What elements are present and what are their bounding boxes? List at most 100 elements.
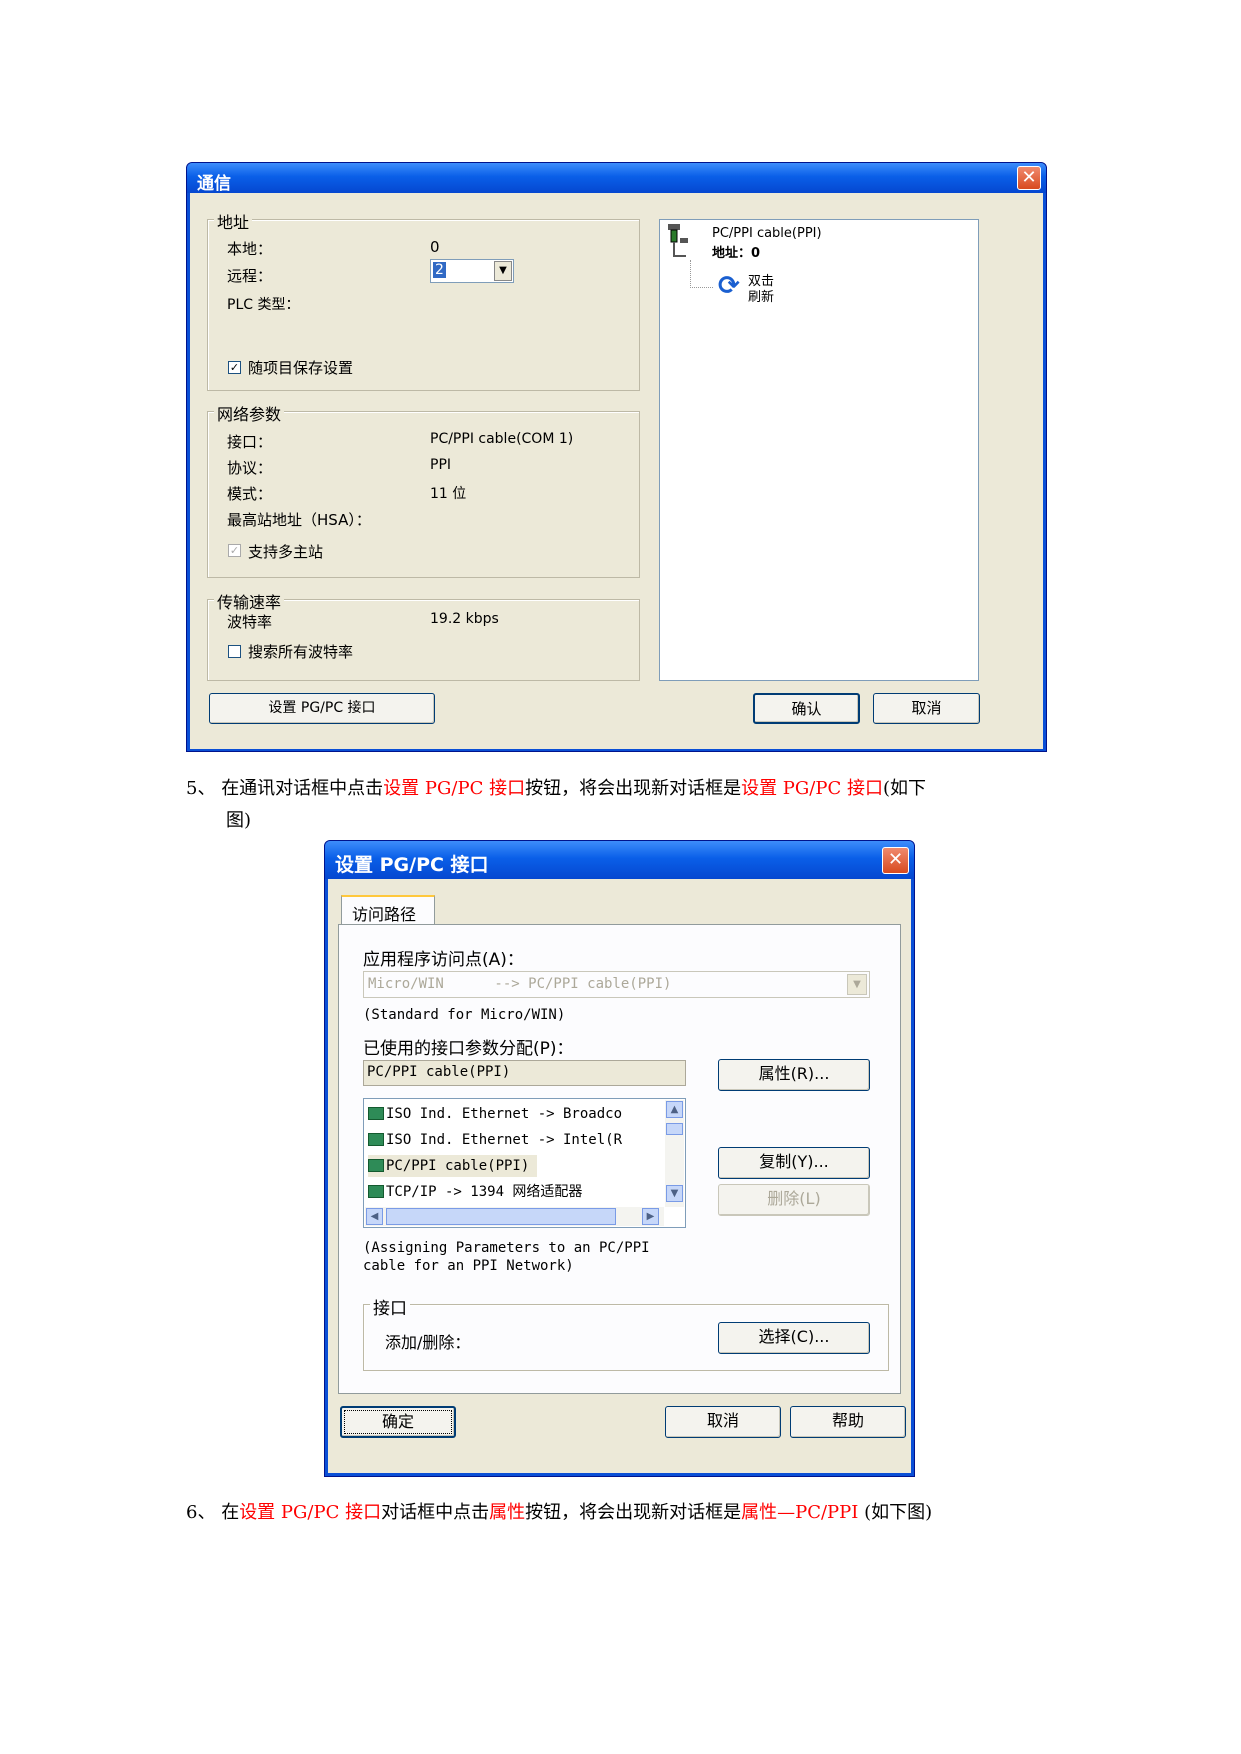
protocol-value: PPI <box>430 457 452 473</box>
tree-cable-label: PC/PPI cable(PPI) <box>712 226 822 241</box>
tree-connector <box>690 260 713 288</box>
pgpc-help-button[interactable]: 帮助 <box>790 1406 906 1438</box>
network-card-icon <box>368 1107 384 1120</box>
delete-button[interactable]: 删除(L) <box>718 1184 870 1216</box>
multimaster-label: 支持多主站 <box>248 543 324 561</box>
list-item-label: ISO Ind. Ethernet -> Intel(R <box>386 1132 623 1148</box>
save-settings-label: 随项目保存设置 <box>248 359 354 377</box>
tab-access-path-label: 访问路径 <box>352 905 417 924</box>
set-pgpc-dialog: 设置 PG/PC 接口 ✕ 访问路径 应用程序访问点(A)： Micro/WIN… <box>324 840 915 1477</box>
network-params-title: 网络参数 <box>214 401 285 425</box>
title-bar[interactable]: 通信 ✕ <box>187 163 1046 194</box>
pgpc-ok-button[interactable]: 确定 <box>340 1406 456 1438</box>
network-tree-panel[interactable]: PC/PPI cable(PPI) 地址：0 ⟳ 双击 刷新 <box>659 219 979 681</box>
pgpc-dialog-title: 设置 PG/PC 接口 <box>335 854 489 876</box>
list-item-label: ISO Ind. Ethernet -> Broadco <box>386 1106 623 1122</box>
properties-button[interactable]: 属性(R)... <box>718 1059 870 1091</box>
tab-access-path[interactable]: 访问路径 <box>341 895 435 925</box>
step6-text-3: 对话框中点击 <box>381 1502 490 1523</box>
step5-text-3: 按钮，将会出现新对话框是 <box>525 778 742 799</box>
pgpc-cancel-button[interactable]: 取消 <box>665 1406 781 1438</box>
dialog-client: 地址 本地： 0 远程： 2 ▼ PLC 类型： ✓ 随项目保存设置 网络参数 … <box>190 193 1043 749</box>
set-pgpc-interface-button[interactable]: 设置 PG/PC 接口 <box>209 693 435 724</box>
step6-paragraph: 6、 在设置 PG/PC 接口对话框中点击属性按钮，将会出现新对话框是属性—PC… <box>186 1498 932 1524</box>
address-group-title: 地址 <box>214 209 253 233</box>
step5-paragraph-line2: 图) <box>226 810 252 831</box>
scroll-left-icon[interactable]: ◀ <box>366 1208 383 1225</box>
scroll-up-icon[interactable]: ▲ <box>666 1101 683 1118</box>
baud-label: 波特率 <box>227 613 273 631</box>
copy-button[interactable]: 复制(Y)... <box>718 1147 870 1179</box>
save-settings-checkbox[interactable]: ✓ <box>228 361 241 374</box>
interface-params-list[interactable]: ISO Ind. Ethernet -> Broadco ISO Ind. Et… <box>363 1098 686 1228</box>
interface-label: 接口： <box>227 433 273 451</box>
hsa-label: 最高站地址（HSA）： <box>227 511 371 529</box>
hscroll-thumb[interactable] <box>386 1208 616 1225</box>
scroll-down-icon[interactable]: ▼ <box>666 1185 683 1202</box>
remote-address-select[interactable]: 2 ▼ <box>430 259 514 283</box>
step6-highlight-1: 设置 PG/PC 接口 <box>239 1502 382 1523</box>
mode-value: 11 位 <box>430 486 467 502</box>
multimaster-checkbox[interactable]: ✓ <box>228 544 241 557</box>
pgpc-dialog-client: 访问路径 应用程序访问点(A)： Micro/WIN --> PC/PPI ca… <box>328 879 911 1473</box>
cable-icon <box>666 224 688 257</box>
step5-text-5: (如下 <box>882 778 926 799</box>
access-point-value: Micro/WIN --> PC/PPI cable(PPI) <box>368 976 672 992</box>
local-value: 0 <box>430 238 440 256</box>
step6-text-7: (如下图) <box>864 1502 933 1523</box>
pgpc-close-icon[interactable]: ✕ <box>882 847 909 874</box>
step6-text-1: 在 <box>221 1502 240 1523</box>
select-button[interactable]: 选择(C)... <box>718 1322 870 1354</box>
transfer-rate-title: 传输速率 <box>214 589 285 613</box>
scroll-thumb[interactable] <box>666 1123 683 1135</box>
remote-label: 远程： <box>227 267 273 285</box>
network-card-icon <box>368 1133 384 1146</box>
local-label: 本地： <box>227 240 273 258</box>
step5-paragraph: 5、 在通讯对话框中点击设置 PG/PC 接口按钮，将会出现新对话框是设置 PG… <box>186 774 926 800</box>
list-item[interactable]: ISO Ind. Ethernet -> Broadco <box>368 1103 622 1125</box>
interface-group-title: 接口 <box>370 1294 410 1319</box>
list-item[interactable]: TCP/IP -> 1394 网络适配器 <box>368 1181 582 1203</box>
assign-description-line1: (Assigning Parameters to an PC/PPI <box>363 1240 650 1256</box>
baud-value: 19.2 kbps <box>430 611 499 627</box>
dialog-title: 通信 <box>197 174 231 194</box>
access-point-description: (Standard for Micro/WIN) <box>363 1007 566 1023</box>
step5-text-1: 在通讯对话框中点击 <box>221 778 384 799</box>
list-item-selected[interactable]: PC/PPI cable(PPI) <box>368 1155 538 1177</box>
refresh-icon[interactable]: ⟳ <box>718 273 740 299</box>
step6-highlight-2: 属性 <box>489 1502 526 1523</box>
remote-address-value: 2 <box>433 262 446 278</box>
plc-type-label: PLC 类型： <box>227 297 300 313</box>
access-point-select[interactable]: Micro/WIN --> PC/PPI cable(PPI) ▼ <box>363 971 870 998</box>
list-item-label: PC/PPI cable(PPI) <box>386 1158 530 1174</box>
interface-value: PC/PPI cable(COM 1) <box>430 431 574 447</box>
pgpc-title-bar[interactable]: 设置 PG/PC 接口 ✕ <box>325 841 914 879</box>
used-params-value: PC/PPI cable(PPI) <box>367 1064 511 1080</box>
tree-refresh-line2: 刷新 <box>748 290 775 305</box>
network-card-icon <box>368 1159 384 1172</box>
step6-number: 6、 <box>186 1502 216 1523</box>
step6-highlight-3: 属性—PC/PPI <box>741 1502 859 1523</box>
access-point-chevron-down-icon[interactable]: ▼ <box>847 974 867 995</box>
add-remove-label: 添加/删除： <box>385 1333 471 1352</box>
scroll-right-icon[interactable]: ▶ <box>642 1208 659 1225</box>
tree-address-label: 地址：0 <box>712 246 761 261</box>
step5-number: 5、 <box>186 778 216 799</box>
mode-label: 模式： <box>227 485 273 503</box>
search-baud-checkbox[interactable] <box>228 645 241 658</box>
step6-text-5: 按钮，将会出现新对话框是 <box>525 1502 742 1523</box>
search-baud-label: 搜索所有波特率 <box>248 643 354 661</box>
step5-highlight-1: 设置 PG/PC 接口 <box>383 778 526 799</box>
list-item[interactable]: ISO Ind. Ethernet -> Intel(R <box>368 1129 622 1151</box>
assign-description-line2: cable for an PPI Network) <box>363 1258 574 1274</box>
communication-dialog: 通信 ✕ 地址 本地： 0 远程： 2 ▼ PLC 类型： ✓ 随项目保存设置 … <box>186 162 1047 752</box>
chevron-down-icon[interactable]: ▼ <box>494 261 512 281</box>
ok-button[interactable]: 确认 <box>753 693 860 724</box>
used-params-label: 已使用的接口参数分配(P)： <box>363 1039 574 1059</box>
cancel-button[interactable]: 取消 <box>873 693 980 724</box>
protocol-label: 协议： <box>227 459 273 477</box>
list-item-label: TCP/IP -> 1394 网络适配器 <box>386 1184 583 1200</box>
step5-highlight-2: 设置 PG/PC 接口 <box>741 778 883 799</box>
used-params-field[interactable]: PC/PPI cable(PPI) <box>363 1060 686 1086</box>
close-icon[interactable]: ✕ <box>1017 166 1041 190</box>
